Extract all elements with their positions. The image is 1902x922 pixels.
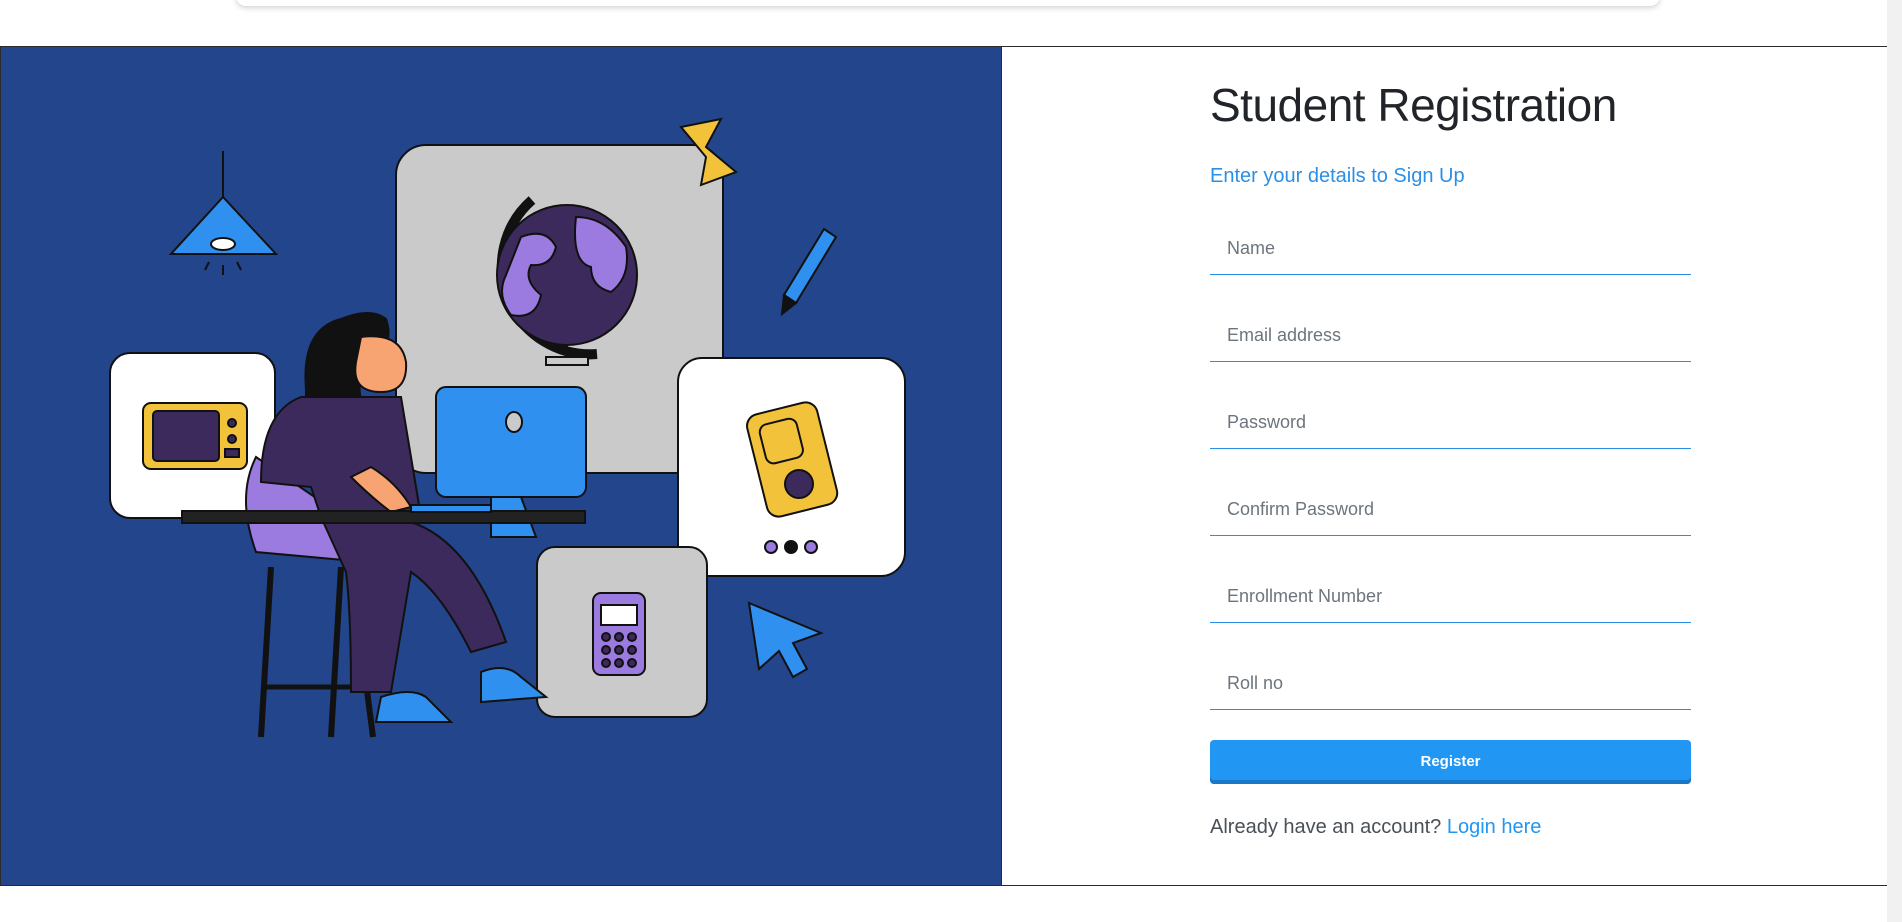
illustration-panel	[1, 47, 1002, 885]
top-navbar-edge	[236, 0, 1660, 6]
student-at-desk-illustration	[109, 117, 906, 738]
login-link[interactable]: Login here	[1447, 816, 1542, 838]
registration-form: Student Registration Enter your details …	[1210, 77, 1691, 839]
name-input[interactable]	[1210, 223, 1691, 274]
enrollment-number-field-wrapper	[1210, 571, 1691, 623]
enrollment-number-input[interactable]	[1210, 571, 1691, 622]
pencil-icon	[780, 227, 838, 317]
page-scrollbar[interactable]	[1887, 0, 1902, 922]
roll-no-field-wrapper	[1210, 658, 1691, 710]
confirm-password-input[interactable]	[1210, 484, 1691, 535]
login-prompt: Already have an account? Login here	[1210, 816, 1691, 839]
page-title: Student Registration	[1210, 79, 1617, 131]
cursor-icon	[747, 601, 824, 679]
confirm-password-field-wrapper	[1210, 484, 1691, 536]
registration-card: Student Registration Enter your details …	[0, 46, 1898, 886]
calculator-icon	[592, 592, 646, 676]
name-field-wrapper	[1210, 223, 1691, 275]
email-field-wrapper	[1210, 310, 1691, 362]
register-button[interactable]: Register	[1210, 739, 1691, 784]
email-input[interactable]	[1210, 310, 1691, 361]
password-field-wrapper	[1210, 397, 1691, 449]
roll-no-input[interactable]	[1210, 658, 1691, 709]
tv-icon	[142, 402, 248, 470]
page-subtitle: Enter your details to Sign Up	[1210, 164, 1465, 187]
login-prompt-text: Already have an account?	[1210, 815, 1442, 838]
password-input[interactable]	[1210, 397, 1691, 448]
lamp-icon	[168, 151, 279, 275]
form-panel: Student Registration Enter your details …	[1002, 47, 1897, 885]
form-fields	[1210, 223, 1691, 710]
